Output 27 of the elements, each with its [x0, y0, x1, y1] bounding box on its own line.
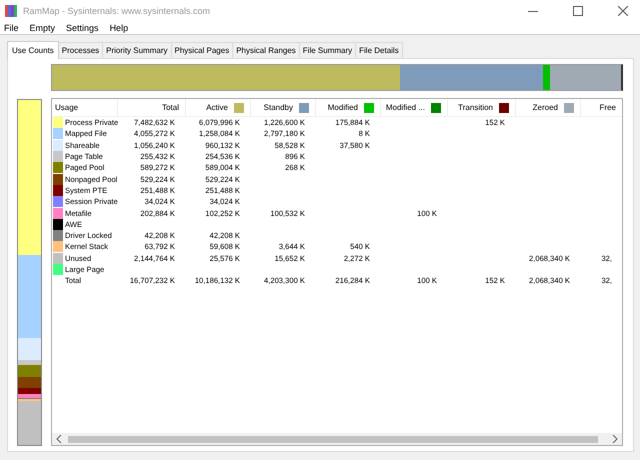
column-header[interactable]: Total — [118, 99, 186, 116]
window-title: RamMap - Sysinternals: www.sysinternals.com — [23, 6, 210, 16]
column-header[interactable]: Modified ... — [381, 99, 448, 116]
column-header[interactable]: Active — [186, 99, 251, 116]
tab[interactable]: File Details — [355, 42, 403, 58]
tab[interactable]: Physical Ranges — [232, 42, 300, 58]
close-icon[interactable] — [618, 6, 628, 16]
column-header[interactable]: Transition — [448, 99, 516, 116]
scroll-left-icon[interactable] — [56, 435, 62, 443]
menu-item[interactable]: Help — [110, 22, 128, 32]
column-header[interactable]: Free — [581, 99, 622, 116]
scrollbar-thumb[interactable] — [68, 436, 598, 442]
tab[interactable]: Priority Summary — [102, 42, 172, 58]
column-header[interactable]: Zeroed — [516, 99, 581, 116]
horizontal-scrollbar[interactable] — [52, 433, 622, 445]
column-header[interactable]: Standby — [251, 99, 316, 116]
scroll-right-icon[interactable] — [612, 435, 618, 443]
maximize-icon[interactable] — [573, 6, 583, 16]
menu-item[interactable]: File — [4, 22, 19, 32]
column-header[interactable]: Modified — [316, 99, 381, 116]
menu-item[interactable]: Empty — [30, 22, 56, 32]
app-logo-icon — [5, 4, 17, 16]
column-header[interactable]: Usage — [52, 99, 118, 116]
tab[interactable]: Use Counts — [7, 41, 59, 59]
menu-item[interactable]: Settings — [66, 22, 99, 32]
tab[interactable]: Physical Pages — [170, 42, 234, 58]
tab[interactable]: File Summary — [298, 42, 356, 58]
